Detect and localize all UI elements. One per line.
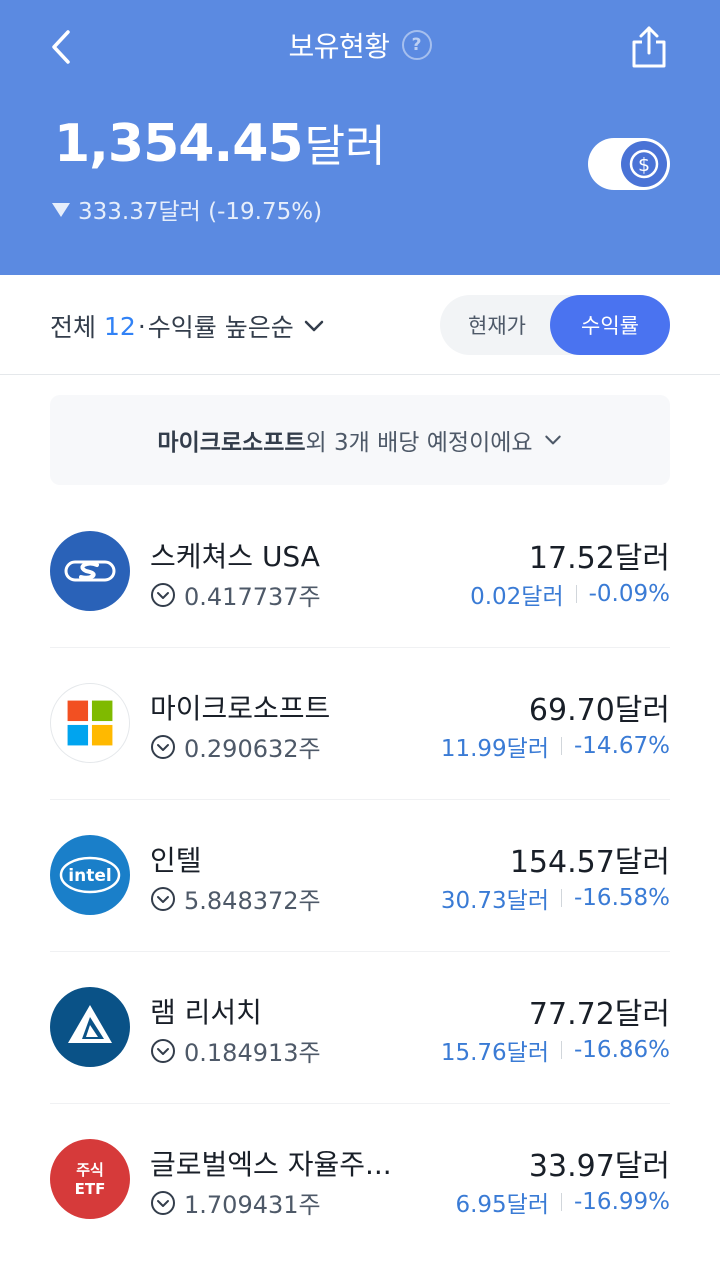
- svg-text:$: $: [638, 154, 650, 176]
- skechers-logo: [50, 531, 130, 611]
- holding-profit-loss: 30.73달러 -16.58%: [441, 881, 670, 915]
- page-title: 보유현황: [288, 30, 390, 63]
- etf-logo: 주식 ETF: [50, 1139, 130, 1219]
- separator-dot: ·: [137, 311, 146, 341]
- holding-row-global-x[interactable]: 주식 ETF 글로벌엑스 자율주... 1.709431주 33.97달러 6.…: [0, 1103, 720, 1255]
- all-label: 전체: [50, 313, 97, 342]
- divider: [561, 1193, 562, 1211]
- holding-name: 글로벌엑스 자율주...: [150, 1148, 392, 1181]
- divider: [561, 889, 562, 907]
- total-change-text: 333.37달러 (-19.75%): [78, 199, 323, 225]
- holding-row-lam-research[interactable]: 램 리서치 0.184913주 77.72달러 15.76달러 -16.86%: [0, 951, 720, 1103]
- currency-toggle[interactable]: $: [588, 138, 670, 190]
- sort-label: 수익률 높은순: [147, 313, 294, 342]
- holding-pl-amount: 11.99달러: [440, 736, 549, 762]
- intel-logo: intel: [50, 835, 130, 915]
- holding-shares-text: 1.709431주: [184, 1191, 321, 1219]
- holding-shares: 0.290632주: [150, 729, 321, 764]
- holding-name: 스케쳐스 USA: [150, 540, 320, 573]
- holding-pl-rate: -16.58%: [574, 885, 670, 911]
- share-icon: [632, 26, 666, 68]
- holding-profit-loss: 15.76달러 -16.86%: [441, 1033, 670, 1067]
- holding-row-intel[interactable]: intel 인텔 5.848372주 154.57달러 30.73달러 -16.…: [0, 799, 720, 951]
- holding-value: 17.52달러: [528, 541, 670, 576]
- holding-row-skechers[interactable]: 스케쳐스 USA 0.417737주 17.52달러 0.02달러 -0.09%: [0, 495, 720, 647]
- holding-profit-loss: 0.02달러 -0.09%: [470, 577, 670, 611]
- holding-pl-amount: 0.02달러: [470, 584, 564, 610]
- microsoft-logo: [50, 683, 130, 763]
- divider: [575, 585, 577, 603]
- holding-shares: 1.709431주: [150, 1185, 321, 1220]
- total-change: 333.37달러 (-19.75%): [52, 192, 322, 226]
- chevron-down-icon: [304, 320, 323, 332]
- holding-profit-loss: 6.95달러 -16.99%: [455, 1185, 670, 1219]
- holding-shares-text: 0.184913주: [184, 1039, 321, 1067]
- portfolio-header: 보유현황 ? 1,354.45 달러 333.37달러 (-19.75%) $: [0, 0, 720, 275]
- filter-bar: 전체 12 · 수익률 높은순 현재가 수익률: [0, 275, 720, 375]
- holding-shares: 0.417737주: [150, 577, 321, 612]
- holding-pl-amount: 15.76달러: [440, 1040, 549, 1066]
- share-button[interactable]: [628, 24, 670, 70]
- holding-row-microsoft[interactable]: 마이크로소프트 0.290632주 69.70달러 11.99달러 -14.67…: [0, 647, 720, 799]
- nav-title-bar: 보유현황 ?: [0, 25, 720, 65]
- total-value: 1,354.45 달러: [54, 110, 386, 174]
- return-rate-tab[interactable]: 수익률: [550, 295, 670, 355]
- holding-value: 77.72달러: [528, 997, 670, 1032]
- svg-text:intel: intel: [68, 866, 111, 886]
- divider: [561, 737, 562, 755]
- view-toggle: 현재가 수익률: [440, 295, 670, 355]
- holdings-list: 스케쳐스 USA 0.417737주 17.52달러 0.02달러 -0.09%…: [0, 495, 720, 1255]
- lam-research-logo: [50, 987, 130, 1067]
- divider: [561, 1041, 562, 1059]
- holding-name: 마이크로소프트: [150, 692, 331, 725]
- dollar-icon: $: [621, 141, 667, 187]
- help-icon[interactable]: ?: [401, 30, 432, 60]
- holdings-count: 12: [104, 311, 136, 341]
- holding-profit-loss: 11.99달러 -14.67%: [441, 729, 670, 763]
- holding-shares: 0.184913주: [150, 1033, 321, 1068]
- dividend-company: 마이크로소프트: [157, 430, 306, 456]
- holding-name: 램 리서치: [150, 996, 262, 1029]
- holding-shares-text: 0.290632주: [184, 735, 321, 763]
- holding-pl-rate: -16.99%: [574, 1189, 670, 1215]
- chevron-circle-down-icon: [151, 1038, 175, 1063]
- down-triangle-icon: [52, 203, 70, 217]
- chevron-circle-down-icon: [151, 734, 175, 759]
- current-price-tab[interactable]: 현재가: [440, 295, 554, 355]
- holding-value: 33.97달러: [528, 1149, 670, 1184]
- holding-shares: 5.848372주: [150, 881, 321, 916]
- dividend-banner[interactable]: 마이크로소프트 외 3개 배당 예정이에요: [50, 395, 670, 485]
- total-amount: 1,354.45: [54, 114, 304, 174]
- chevron-circle-down-icon: [151, 1190, 175, 1215]
- total-unit: 달러: [304, 121, 386, 172]
- chevron-down-icon: [544, 435, 561, 445]
- holding-pl-rate: -14.67%: [574, 733, 670, 759]
- holding-pl-rate: -16.86%: [574, 1037, 670, 1063]
- svg-text:ETF: ETF: [75, 1180, 106, 1198]
- holding-value: 69.70달러: [528, 693, 670, 728]
- chevron-circle-down-icon: [151, 582, 175, 607]
- holding-name: 인텔: [150, 844, 202, 877]
- sort-dropdown[interactable]: 전체 12 · 수익률 높은순: [50, 308, 326, 344]
- holding-pl-amount: 6.95달러: [455, 1192, 549, 1218]
- holding-pl-amount: 30.73달러: [440, 888, 549, 914]
- holding-shares-text: 5.848372주: [184, 887, 321, 915]
- dividend-text: 외 3개 배당 예정이에요: [305, 430, 533, 456]
- holding-shares-text: 0.417737주: [184, 583, 321, 611]
- holding-value: 154.57달러: [509, 845, 670, 880]
- holding-pl-rate: -0.09%: [588, 581, 670, 607]
- chevron-circle-down-icon: [151, 886, 175, 911]
- svg-text:주식: 주식: [76, 1161, 104, 1179]
